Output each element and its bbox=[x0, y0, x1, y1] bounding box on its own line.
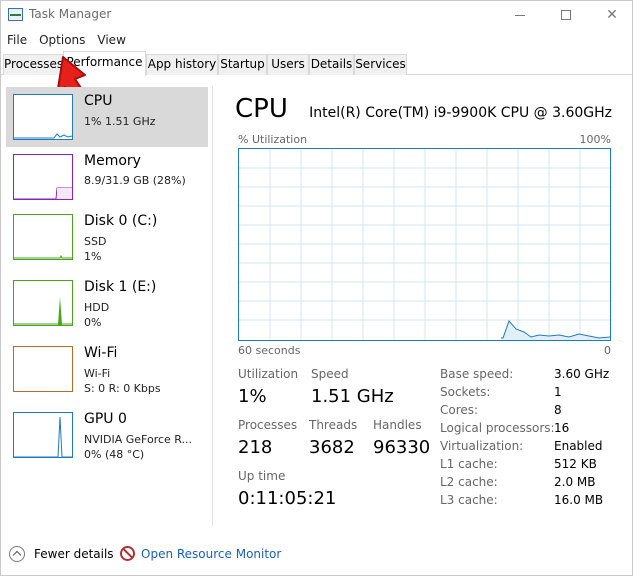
uptime-label: Up time bbox=[238, 469, 286, 483]
disk0-thumbnail bbox=[13, 214, 73, 260]
spec-label: Sockets: bbox=[440, 385, 491, 399]
utilization-label: Utilization bbox=[238, 367, 299, 381]
threads-label: Threads bbox=[309, 418, 358, 432]
window-title: Task Manager bbox=[29, 7, 112, 21]
chevron-up-icon[interactable] bbox=[9, 546, 25, 562]
spec-value: 3.60 GHz bbox=[554, 367, 610, 381]
minimize-icon bbox=[515, 14, 525, 16]
title-bar[interactable]: Task Manager ✕ bbox=[1, 1, 632, 29]
processes-value: 218 bbox=[238, 437, 273, 458]
uptime-value: 0:11:05:21 bbox=[238, 488, 337, 509]
resource-detail: S: 0 R: 0 Kbps bbox=[84, 382, 161, 395]
resource-name: Disk 0 (C:) bbox=[84, 213, 158, 229]
resource-detail: NVIDIA GeForce R... bbox=[84, 433, 193, 446]
resource-monitor-icon[interactable] bbox=[120, 546, 135, 561]
graph-canvas bbox=[239, 149, 611, 340]
spec-value: 16.0 MB bbox=[554, 493, 604, 507]
menu-view[interactable]: View bbox=[91, 30, 131, 50]
fewer-details-button[interactable]: Fewer details bbox=[34, 547, 114, 561]
resource-detail: Wi-Fi bbox=[84, 367, 111, 380]
spec-value: Enabled bbox=[554, 439, 603, 453]
tab-details[interactable]: Details bbox=[309, 54, 354, 75]
speed-label: Speed bbox=[311, 367, 349, 381]
open-resource-monitor-link[interactable]: Open Resource Monitor bbox=[141, 547, 281, 561]
resource-detail: HDD bbox=[84, 301, 110, 314]
spec-label: Virtualization: bbox=[440, 439, 524, 453]
resource-detail: 0% (48 °C) bbox=[84, 448, 145, 461]
cpu-thumbnail bbox=[13, 94, 73, 140]
spec-value: 512 KB bbox=[554, 457, 597, 471]
menu-options[interactable]: Options bbox=[33, 30, 91, 50]
cpu-model-name: Intel(R) Core(TM) i9-9900K CPU @ 3.60GHz bbox=[309, 105, 612, 121]
resource-cpu[interactable]: CPU 1% 1.51 GHz bbox=[6, 87, 208, 147]
resource-detail: 1% bbox=[84, 250, 102, 263]
wifi-thumbnail bbox=[13, 346, 73, 392]
graph-y-label: % Utilization bbox=[238, 133, 308, 146]
spec-value: 8 bbox=[554, 403, 562, 417]
graph-max-label: 100% bbox=[579, 133, 611, 146]
spec-value: 16 bbox=[554, 421, 570, 435]
threads-value: 3682 bbox=[309, 437, 355, 458]
close-icon: ✕ bbox=[606, 7, 618, 23]
resource-detail: 1% 1.51 GHz bbox=[84, 115, 156, 128]
resource-disk-0[interactable]: Disk 0 (C:) SSD 1% bbox=[6, 207, 208, 267]
resource-name: CPU bbox=[84, 93, 113, 109]
spec-label: L2 cache: bbox=[440, 475, 498, 489]
menu-bar: File Options View bbox=[1, 30, 132, 50]
spec-label: Base speed: bbox=[440, 367, 514, 381]
resource-name: Wi-Fi bbox=[84, 345, 118, 361]
spec-label: Cores: bbox=[440, 403, 479, 417]
gpu-thumbnail bbox=[13, 412, 73, 458]
graph-time-label: 60 seconds bbox=[238, 344, 301, 357]
resource-detail: SSD bbox=[84, 235, 107, 248]
spec-value: 1 bbox=[554, 385, 562, 399]
tab-users[interactable]: Users bbox=[267, 54, 309, 75]
menu-file[interactable]: File bbox=[1, 30, 33, 50]
spec-label: Logical processors: bbox=[440, 421, 555, 435]
handles-label: Handles bbox=[373, 418, 422, 432]
resource-gpu-0[interactable]: GPU 0 NVIDIA GeForce R... 0% (48 °C) bbox=[6, 405, 208, 465]
footer-bar: Fewer details Open Resource Monitor bbox=[1, 539, 632, 569]
resource-detail: 8.9/31.9 GB (28%) bbox=[84, 174, 186, 187]
resource-memory[interactable]: Memory 8.9/31.9 GB (28%) bbox=[6, 147, 208, 207]
cpu-utilization-graph bbox=[238, 148, 611, 341]
spec-label: L1 cache: bbox=[440, 457, 498, 471]
resource-name: GPU 0 bbox=[84, 411, 127, 427]
resource-detail: 0% bbox=[84, 316, 102, 329]
disk1-thumbnail bbox=[13, 280, 73, 326]
handles-value: 96330 bbox=[373, 437, 431, 458]
memory-thumbnail bbox=[13, 154, 73, 200]
resource-wifi[interactable]: Wi-Fi Wi-Fi S: 0 R: 0 Kbps bbox=[6, 339, 208, 399]
cpu-detail-panel: CPU Intel(R) Core(TM) i9-9900K CPU @ 3.6… bbox=[231, 86, 626, 526]
processes-label: Processes bbox=[238, 418, 298, 432]
task-manager-window: Task Manager ✕ File Options View Process… bbox=[0, 0, 633, 576]
minimize-button[interactable] bbox=[497, 1, 543, 29]
maximize-button[interactable] bbox=[543, 1, 589, 29]
resource-name: Memory bbox=[84, 153, 141, 169]
utilization-value: 1% bbox=[238, 386, 267, 407]
maximize-icon bbox=[561, 10, 571, 20]
resource-name: Disk 1 (E:) bbox=[84, 279, 157, 295]
task-manager-icon bbox=[8, 8, 23, 21]
graph-min-label: 0 bbox=[604, 344, 611, 357]
spec-label: L3 cache: bbox=[440, 493, 498, 507]
tab-services[interactable]: Services bbox=[354, 54, 407, 75]
tab-startup[interactable]: Startup bbox=[218, 54, 267, 75]
resource-list: CPU 1% 1.51 GHz Memory 8.9/31.9 GB (28%)… bbox=[1, 86, 213, 526]
tab-bar: Processes Performance App history Startu… bbox=[1, 51, 632, 76]
page-title: CPU bbox=[235, 94, 288, 124]
resource-disk-1[interactable]: Disk 1 (E:) HDD 0% bbox=[6, 273, 208, 333]
tab-app-history[interactable]: App history bbox=[146, 54, 218, 75]
spec-value: 2.0 MB bbox=[554, 475, 596, 489]
close-button[interactable]: ✕ bbox=[589, 1, 633, 29]
speed-value: 1.51 GHz bbox=[311, 386, 394, 407]
